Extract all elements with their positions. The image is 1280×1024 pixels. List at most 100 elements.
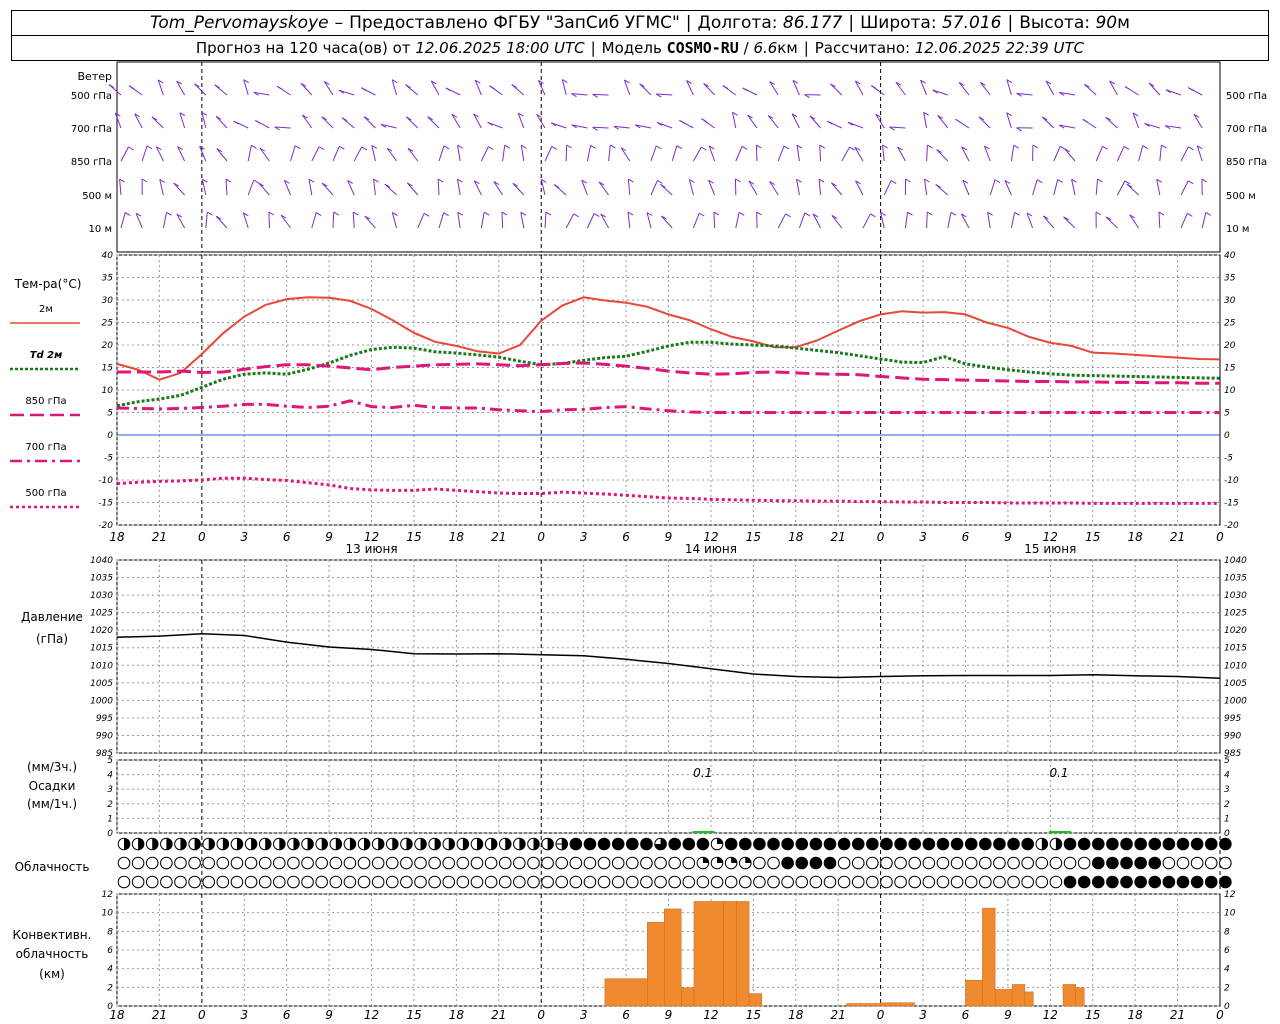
- tick-label-hour: 0: [1216, 530, 1224, 544]
- cloud-cover-symbol: [823, 875, 837, 889]
- cloud-cover-fill: [138, 838, 144, 850]
- wind-barb-flag: [1161, 144, 1167, 149]
- cloud-cover-fill: [434, 838, 441, 850]
- wind-barb-flag: [870, 213, 876, 218]
- wind-barb: [321, 116, 334, 129]
- wind-barb: [586, 145, 592, 162]
- convective-title: Конвективн.: [13, 928, 92, 942]
- cloud-cover-symbol: [1049, 856, 1063, 870]
- wind-barb-flag: [207, 211, 213, 216]
- wind-level-label: 700 гПа: [71, 124, 112, 135]
- wind-barb-flag: [590, 144, 596, 149]
- wind-barb: [332, 211, 335, 229]
- wind-barb: [936, 149, 949, 162]
- tick-label-hour: 9: [325, 1008, 333, 1022]
- cloud-cover-fill: [420, 838, 427, 850]
- tick-label-y: 30: [1224, 296, 1236, 306]
- wind-barb: [300, 82, 313, 96]
- cloud-cover-symbol: [1106, 837, 1119, 851]
- tick-label-y: 40: [1224, 251, 1236, 261]
- tick-label-y: 8: [107, 927, 113, 937]
- pressure-unit: (гПа): [36, 632, 68, 646]
- tick-label-y: 990: [1224, 731, 1241, 741]
- cloud-cover-symbol: [1091, 875, 1105, 889]
- wind-barb-flag: [124, 212, 131, 216]
- wind-barb: [937, 115, 949, 129]
- cloud-cover-symbol: [950, 856, 964, 870]
- cloud-cover-fill: [731, 857, 737, 863]
- wind-barb: [932, 89, 948, 96]
- cloud-cover-symbol: [541, 856, 554, 870]
- wind-barb: [311, 146, 320, 162]
- tick-label-y: 6: [107, 946, 113, 956]
- wind-barb-flag: [166, 211, 172, 216]
- cloud-cover-symbol: [555, 856, 569, 870]
- wind-barb: [1159, 145, 1162, 162]
- cloud-cover-fill: [491, 838, 497, 850]
- cloud-title: Облачность: [15, 860, 90, 874]
- cloud-cover-fill: [251, 838, 257, 850]
- wind-barb: [1156, 179, 1161, 196]
- tick-label-hour: 21: [491, 530, 506, 544]
- cloud-cover-symbol: [964, 837, 978, 851]
- wind-barb: [437, 178, 440, 196]
- wind-barb-flag: [657, 179, 663, 184]
- wind-barb: [1180, 180, 1189, 196]
- wind-barb-flag: [818, 178, 825, 183]
- tick-label-y: 3: [107, 785, 113, 795]
- cloud-cover-fill: [321, 838, 328, 850]
- cloud-cover-symbol: [1162, 837, 1176, 851]
- cloud-cover-symbol: [385, 875, 399, 889]
- tick-label-y: -10: [1224, 476, 1239, 486]
- tick-label-hour: 6: [283, 530, 291, 544]
- cloud-cover-symbol: [753, 837, 766, 851]
- tick-label-hour: 0: [537, 1008, 545, 1022]
- wind-barb: [926, 211, 928, 229]
- tick-label-y: -5: [104, 454, 113, 464]
- wind-barb-flag: [1057, 179, 1063, 183]
- wind-barb: [405, 116, 419, 129]
- tick-label-y: -20: [1224, 521, 1239, 531]
- tick-label-y: 1005: [90, 679, 113, 689]
- wind-barb-flag: [294, 145, 301, 150]
- wind-barb: [1105, 216, 1118, 229]
- wind-barb-flag: [1097, 178, 1103, 183]
- tick-label-hour: 9: [1004, 530, 1012, 544]
- tick-label-y: 1015: [90, 644, 113, 654]
- cloud-cover-symbol: [880, 856, 893, 870]
- wind-barb: [978, 116, 991, 129]
- tick-label-y: -10: [98, 476, 113, 486]
- wind-barb: [311, 212, 317, 229]
- wind-barb-flag: [1013, 144, 1020, 149]
- wind-barb: [162, 212, 168, 229]
- cloud-cover-symbol: [1120, 875, 1133, 889]
- tick-label-y: 1015: [1224, 644, 1247, 654]
- wind-barb-flag: [489, 85, 495, 90]
- wind-level-label: 500 гПа: [71, 91, 112, 102]
- wind-barb: [1010, 212, 1016, 229]
- cloud-cover-symbol: [894, 837, 907, 851]
- wind-barb: [987, 212, 991, 229]
- cloud-cover-symbol: [202, 856, 216, 870]
- cloud-cover-fill: [208, 838, 215, 850]
- wind-barb: [627, 212, 631, 229]
- tick-label-hour: 6: [622, 530, 630, 544]
- wind-barb: [841, 146, 851, 162]
- cloud-cover-symbol: [950, 837, 964, 851]
- wind-barb: [1053, 146, 1061, 162]
- cloud-cover-symbol: [767, 875, 780, 889]
- wind-barb-flag: [1188, 180, 1194, 185]
- cloud-cover-symbol: [851, 856, 865, 870]
- wind-barb-flag: [907, 211, 913, 216]
- cloud-cover-symbol: [1077, 856, 1091, 870]
- tick-label-y: 995: [96, 714, 113, 724]
- cloud-cover-symbol: [357, 875, 371, 889]
- wind-barb-flag: [849, 146, 855, 151]
- cloud-cover-symbol: [1035, 875, 1049, 889]
- cloud-cover-symbol: [1204, 856, 1218, 870]
- cloud-cover-symbol: [880, 875, 893, 889]
- cloud-cover-symbol: [922, 837, 936, 851]
- wind-barb: [201, 179, 207, 196]
- cloud-cover-symbol: [527, 875, 540, 889]
- cloud-cover-symbol: [837, 856, 851, 870]
